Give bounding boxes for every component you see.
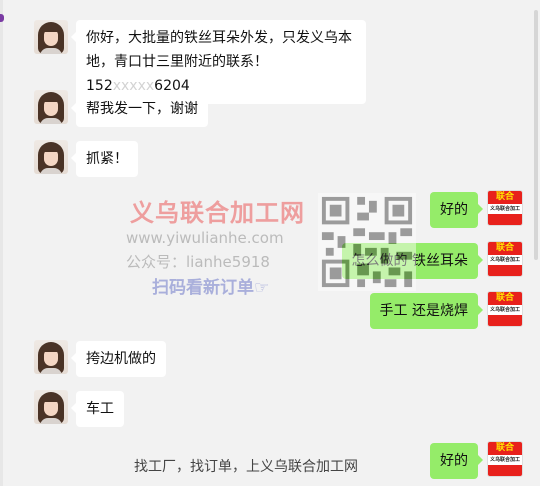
self-avatar[interactable]: 联合 义乌联合加工网: [487, 190, 523, 226]
brand-logo-band: [488, 265, 522, 276]
message-bubble[interactable]: 好的: [430, 443, 483, 479]
message-bubble[interactable]: 车工: [71, 391, 124, 427]
watermark-url: www.yiwulianhe.com: [126, 229, 284, 247]
message-text: 好的: [440, 202, 468, 218]
message-text: 手工 还是烧焊: [379, 303, 468, 319]
watermark-title: 义乌联合加工网: [130, 198, 305, 227]
brand-logo-band: [488, 465, 522, 476]
brand-logo-sub: 义乌联合加工网: [489, 257, 520, 272]
message-text: 挎边机做的: [86, 351, 156, 367]
message-text: 帮我发一下，谢谢: [86, 101, 198, 117]
brand-logo-sub: 义乌联合加工网: [489, 307, 520, 322]
message-bubble[interactable]: 手工 还是烧焊: [369, 293, 484, 329]
message-bubble[interactable]: 抓紧！: [71, 141, 138, 177]
brand-logo-text: 联合: [488, 292, 522, 305]
message-bubble[interactable]: 挎边机做的: [71, 341, 166, 377]
left-border: [0, 0, 3, 486]
contact-avatar[interactable]: [34, 90, 68, 124]
brand-logo-text: 联合: [488, 191, 522, 204]
scrollbar[interactable]: [534, 10, 538, 260]
self-avatar[interactable]: 联合 义乌联合加工网: [487, 291, 523, 327]
message-text: 你好，大批量的铁丝耳朵外发，只发义乌本: [86, 30, 352, 46]
unread-marker: [0, 14, 4, 22]
watermark-account: 公众号：lianhe5918: [126, 253, 270, 271]
contact-avatar[interactable]: [34, 140, 68, 174]
message-bubble[interactable]: 好的: [430, 192, 483, 228]
brand-logo-text: 联合: [488, 242, 522, 255]
brand-logo-band: [488, 315, 522, 326]
chat-window: 你好，大批量的铁丝耳朵外发，只发义乌本 地，青口廿三里附近的联系！152xxxx…: [0, 0, 540, 486]
brand-logo-band: [488, 214, 522, 225]
brand-logo-sub: 义乌联合加工网: [489, 206, 520, 221]
contact-avatar[interactable]: [34, 340, 68, 374]
message-bubble[interactable]: 怎么做的 铁丝耳朵: [341, 243, 484, 279]
self-avatar[interactable]: 联合 义乌联合加工网: [487, 441, 523, 477]
brand-logo-sub: 义乌联合加工网: [489, 457, 520, 472]
brand-logo-text: 联合: [488, 442, 522, 455]
bottom-caption: 找工厂，找订单，上义乌联合加工网: [134, 459, 358, 475]
message-bubble[interactable]: 帮我发一下，谢谢: [71, 91, 208, 127]
message-text: 好的: [440, 453, 468, 469]
watermark-scan-hint: 扫码看新订单☞: [152, 278, 270, 298]
message-text: 车工: [86, 401, 114, 417]
contact-avatar[interactable]: [34, 390, 68, 424]
message-text: 怎么做的 铁丝耳朵: [351, 253, 468, 269]
contact-avatar[interactable]: [34, 20, 68, 54]
message-text: 抓紧！: [86, 151, 128, 167]
self-avatar[interactable]: 联合 义乌联合加工网: [487, 241, 523, 277]
